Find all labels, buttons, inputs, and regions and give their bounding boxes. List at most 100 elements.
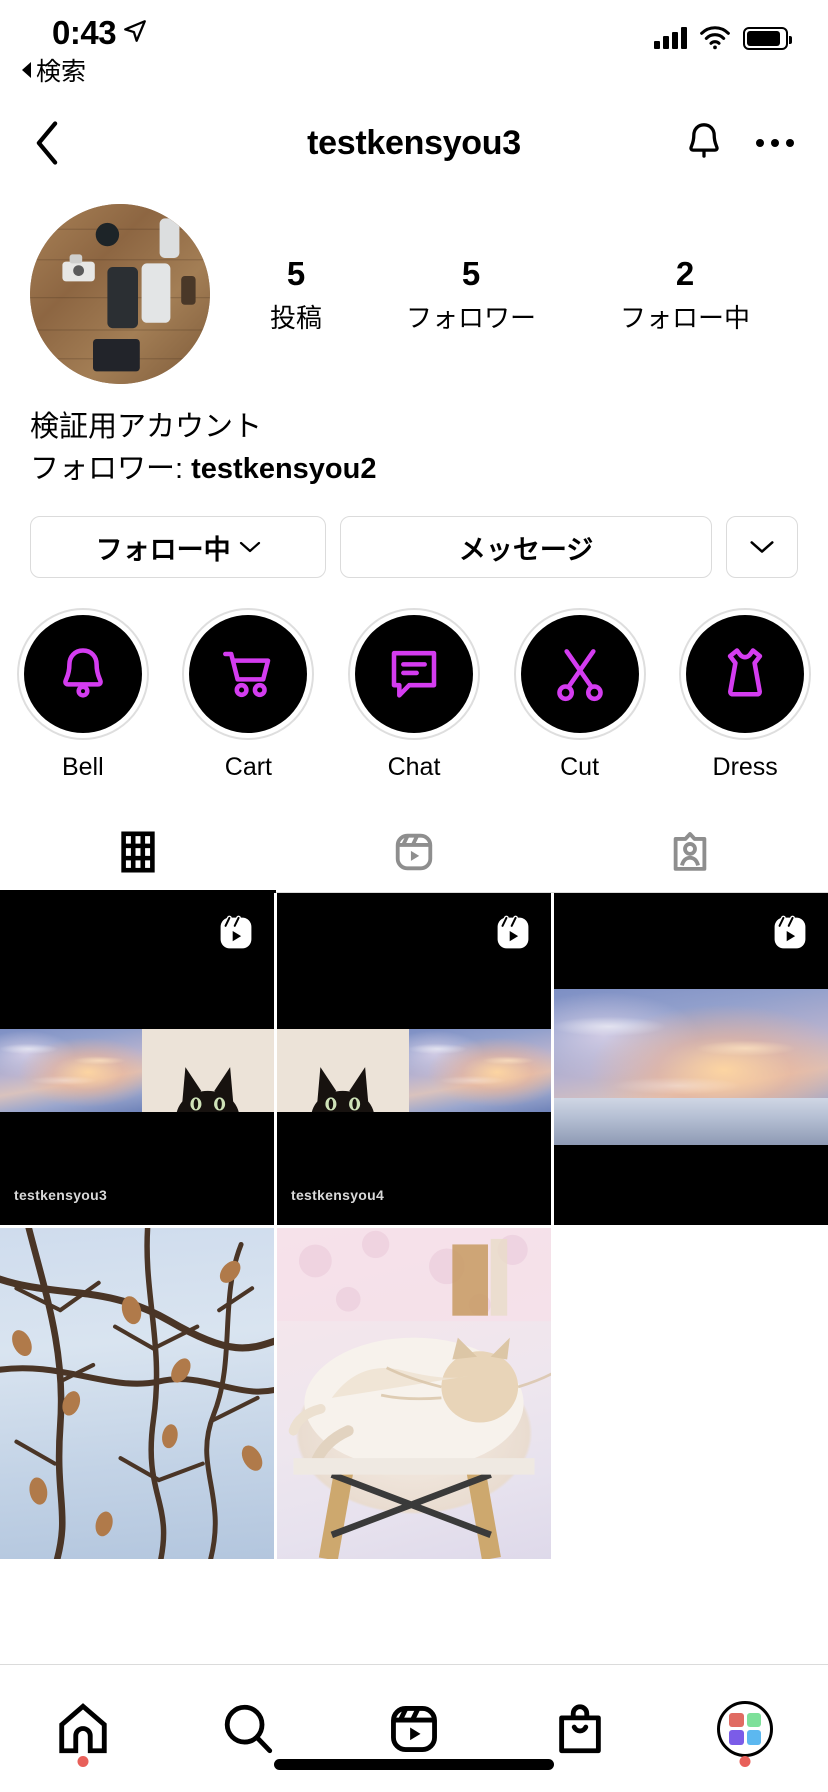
highlight-label: Chat <box>387 753 441 782</box>
bio-display-name: 検証用アカウント <box>30 411 263 443</box>
message-button[interactable]: メッセージ <box>340 516 712 579</box>
highlight-dress[interactable]: Dress <box>673 608 818 782</box>
chat-bubble-icon <box>391 651 437 698</box>
scissors-icon <box>556 649 603 702</box>
sleeping-cat-photo <box>277 1227 551 1560</box>
status-bar-back-label: 検索 <box>36 58 87 86</box>
tab-reels[interactable] <box>276 812 552 892</box>
reels-icon <box>391 1705 437 1752</box>
home-indicator <box>274 1759 554 1770</box>
reels-icon <box>497 915 529 949</box>
highlight-cover <box>23 615 142 734</box>
bio-followed-by-username[interactable]: testkensyou2 <box>191 453 376 485</box>
stat-followers[interactable]: 5 フォロワー <box>406 253 536 335</box>
avatar-image <box>30 204 210 384</box>
stat-posts[interactable]: 5 投稿 <box>270 253 322 335</box>
post-cell[interactable]: testkensyou4 <box>277 893 551 1225</box>
highlight-cart[interactable]: Cart <box>176 608 321 782</box>
profile-notification-dot <box>739 1755 751 1767</box>
triangle-left-icon <box>22 62 31 78</box>
profile-header: testkensyou3 <box>0 100 828 186</box>
following-button-label: フォロー中 <box>95 534 231 565</box>
bio-followed-by-prefix: フォロワー: <box>30 453 192 486</box>
grid-icon <box>121 831 155 873</box>
highlight-label: Bell <box>61 753 104 782</box>
highlight-label: Cart <box>224 753 272 782</box>
post-media <box>277 1227 551 1560</box>
post-cell[interactable] <box>554 893 828 1225</box>
message-button-label: メッセージ <box>458 534 594 565</box>
stat-following[interactable]: 2 フォロー中 <box>620 253 750 335</box>
stat-posts-count: 5 <box>286 254 306 292</box>
stat-followers-label: フォロワー <box>405 303 536 334</box>
home-icon <box>59 1702 107 1753</box>
highlight-bell[interactable]: Bell <box>10 608 155 782</box>
battery-icon <box>743 26 792 50</box>
chevron-down-icon <box>239 541 260 553</box>
highlight-ring <box>182 608 315 741</box>
shopping-cart-icon <box>223 651 271 698</box>
more-actions-button[interactable] <box>726 516 798 579</box>
avatar[interactable] <box>30 204 210 384</box>
chevron-left-icon <box>36 121 58 165</box>
story-highlights: Bell Cart Chat Cut Dress <box>0 578 828 782</box>
highlight-cover <box>189 615 308 734</box>
post-watermark: testkensyou4 <box>291 1186 385 1203</box>
profile-avatar-icon <box>717 1700 774 1757</box>
highlight-ring <box>16 608 149 741</box>
post-grid: testkensyou3 testkensyou4 <box>0 893 828 1560</box>
reels-icon <box>395 833 433 871</box>
profile-summary: 5 投稿 5 フォロワー 2 フォロー中 <box>0 186 828 384</box>
more-options-icon[interactable] <box>756 139 794 147</box>
back-button[interactable] <box>34 120 80 166</box>
cat-photo <box>142 1032 274 1112</box>
search-icon <box>225 1704 273 1753</box>
post-media <box>0 1227 274 1560</box>
dress-icon <box>727 648 763 697</box>
post-watermark: testkensyou3 <box>14 1186 108 1203</box>
status-bar-time: 0:43 <box>52 14 117 51</box>
post-cell[interactable] <box>0 1227 274 1560</box>
highlight-ring <box>347 608 480 741</box>
status-bar: 0:43 検索 <box>0 0 828 100</box>
highlight-ring <box>513 608 646 741</box>
location-arrow-icon <box>124 20 146 42</box>
notification-bell-icon[interactable] <box>684 121 724 165</box>
profile-bio: 検証用アカウント フォロワー: testkensyou2 <box>0 384 828 490</box>
avatar-photo <box>30 204 210 384</box>
bio-followed-by: フォロワー: testkensyou2 <box>30 448 798 490</box>
tab-grid[interactable] <box>0 812 276 894</box>
highlight-chat[interactable]: Chat <box>341 608 486 782</box>
bell-icon <box>62 648 103 698</box>
wifi-icon <box>700 26 730 50</box>
cellular-signal-icon <box>654 27 687 49</box>
shopping-bag-icon <box>558 1703 601 1753</box>
bottom-navigation <box>0 1664 828 1792</box>
chevron-down-icon <box>750 541 774 553</box>
highlight-cut[interactable]: Cut <box>507 608 652 782</box>
nav-home[interactable] <box>28 1689 138 1769</box>
reels-icon <box>220 915 252 949</box>
stat-posts-label: 投稿 <box>269 303 322 334</box>
nav-reels[interactable] <box>359 1689 469 1769</box>
post-cell[interactable]: testkensyou3 <box>0 893 274 1225</box>
home-notification-dot <box>77 1755 89 1767</box>
following-button[interactable]: フォロー中 <box>30 516 327 579</box>
branches-photo <box>0 1227 274 1560</box>
highlight-cover <box>520 615 639 734</box>
profile-stats: 5 投稿 5 フォロワー 2 フォロー中 <box>210 253 798 335</box>
highlight-label: Dress <box>712 753 778 782</box>
cat-photo <box>277 1032 409 1112</box>
status-bar-back-to-search[interactable]: 検索 <box>22 52 86 88</box>
nav-search[interactable] <box>193 1689 303 1769</box>
stat-following-label: フォロー中 <box>619 303 750 334</box>
nav-shop[interactable] <box>525 1689 635 1769</box>
reels-icon <box>774 915 806 949</box>
tab-tagged[interactable] <box>552 812 828 892</box>
nav-profile[interactable] <box>690 1689 800 1769</box>
stat-following-count: 2 <box>675 254 695 292</box>
post-cell[interactable] <box>277 1227 551 1560</box>
highlight-ring <box>679 608 812 741</box>
highlight-label: Cut <box>560 753 600 782</box>
tagged-icon <box>673 832 707 871</box>
